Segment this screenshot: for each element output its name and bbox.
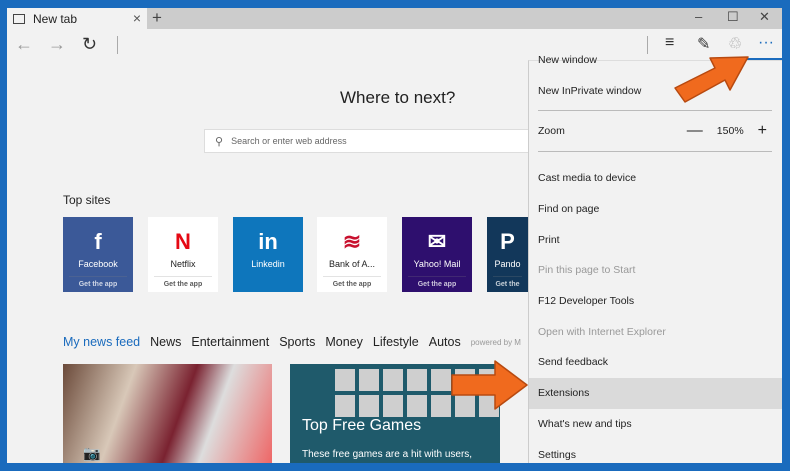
arrow-to-more-button (674, 56, 749, 103)
annotation-arrows (451, 56, 749, 410)
arrow-to-extensions (451, 360, 528, 410)
